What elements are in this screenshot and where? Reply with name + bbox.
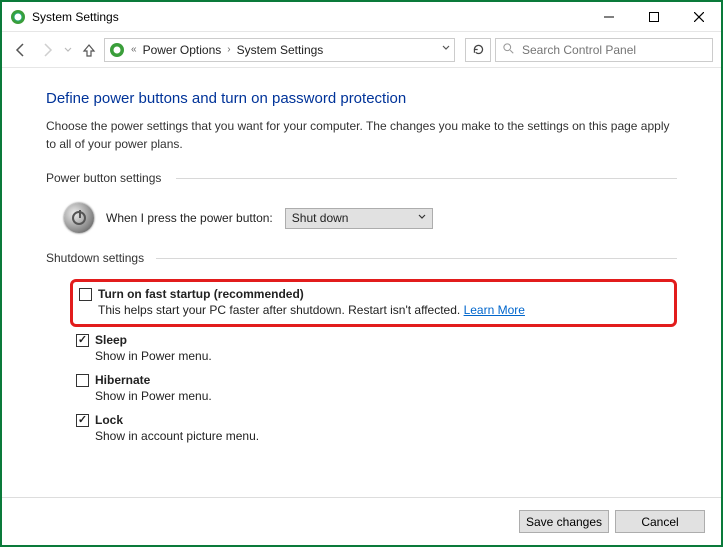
page-heading: Define power buttons and turn on passwor…: [46, 90, 677, 107]
page-description: Choose the power settings that you want …: [46, 117, 677, 153]
control-panel-icon: [109, 42, 125, 58]
lock-title: Lock: [95, 413, 123, 427]
cancel-button[interactable]: Cancel: [615, 510, 705, 533]
search-input[interactable]: [522, 43, 706, 57]
titlebar: System Settings: [2, 2, 721, 32]
power-button-label: When I press the power button:: [106, 211, 273, 225]
fast-startup-desc: This helps start your PC faster after sh…: [98, 303, 464, 317]
power-action-dropdown[interactable]: Shut down: [285, 208, 433, 229]
shutdown-item-lock: ✓ Lock Show in account picture menu.: [70, 409, 677, 449]
navigation-toolbar: « Power Options › System Settings: [2, 32, 721, 68]
app-icon: [10, 9, 26, 25]
sleep-title: Sleep: [95, 333, 127, 347]
lock-desc: Show in account picture menu.: [76, 427, 671, 443]
lock-checkbox[interactable]: ✓: [76, 414, 89, 427]
save-changes-button[interactable]: Save changes: [519, 510, 609, 533]
fast-startup-learn-more-link[interactable]: Learn More: [464, 303, 525, 317]
hibernate-title: Hibernate: [95, 373, 150, 387]
forward-button[interactable]: [36, 39, 58, 61]
content-area: Define power buttons and turn on passwor…: [2, 68, 721, 497]
search-box[interactable]: [495, 38, 713, 62]
breadcrumb-chevron-icon: ›: [227, 44, 230, 55]
refresh-button[interactable]: [465, 38, 491, 62]
breadcrumb-part-1[interactable]: Power Options: [143, 43, 222, 57]
sleep-checkbox[interactable]: ✓: [76, 334, 89, 347]
address-bar[interactable]: « Power Options › System Settings: [104, 38, 455, 62]
breadcrumb-overflow: «: [131, 44, 137, 55]
chevron-down-icon: [418, 213, 426, 223]
fast-startup-checkbox[interactable]: [79, 288, 92, 301]
back-button[interactable]: [10, 39, 32, 61]
shutdown-settings-list: Turn on fast startup (recommended) This …: [46, 277, 677, 457]
shutdown-item-hibernate: Hibernate Show in Power menu.: [70, 369, 677, 409]
recent-dropdown[interactable]: [62, 39, 74, 61]
minimize-button[interactable]: [586, 2, 631, 32]
maximize-button[interactable]: [631, 2, 676, 32]
close-button[interactable]: [676, 2, 721, 32]
window-title: System Settings: [32, 10, 119, 24]
fast-startup-title: Turn on fast startup (recommended): [98, 287, 304, 301]
window-controls: [586, 2, 721, 32]
hibernate-desc: Show in Power menu.: [76, 387, 671, 403]
shutdown-item-fast-startup: Turn on fast startup (recommended) This …: [70, 279, 677, 327]
power-icon: [64, 203, 94, 233]
power-button-row: When I press the power button: Shut down: [46, 197, 677, 251]
sleep-desc: Show in Power menu.: [76, 347, 671, 363]
address-dropdown-icon[interactable]: [442, 44, 450, 55]
hibernate-checkbox[interactable]: [76, 374, 89, 387]
section-power-buttons: Power button settings: [46, 171, 677, 185]
up-button[interactable]: [78, 39, 100, 61]
search-icon: [502, 42, 514, 57]
power-action-value: Shut down: [292, 211, 349, 225]
section-shutdown: Shutdown settings: [46, 251, 677, 265]
footer-buttons: Save changes Cancel: [2, 497, 721, 545]
breadcrumb-part-2[interactable]: System Settings: [237, 43, 324, 57]
shutdown-item-sleep: ✓ Sleep Show in Power menu.: [70, 329, 677, 369]
